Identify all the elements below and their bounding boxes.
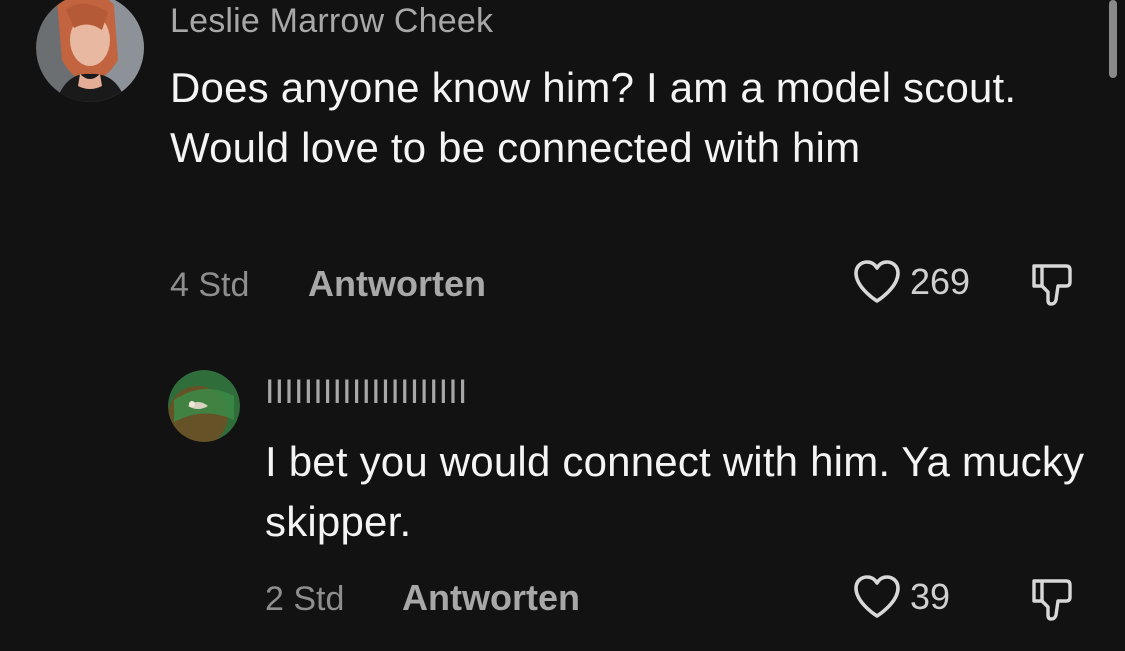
comment-username[interactable]: IIIIIIIIIIIIIIIIIIIII	[265, 373, 468, 412]
like-count: 269	[910, 261, 971, 302]
thumbs-down-icon	[1032, 579, 1072, 621]
scrollbar[interactable]	[1109, 0, 1117, 78]
reply-button[interactable]: Antworten	[308, 263, 486, 305]
dislike-button[interactable]	[1030, 262, 1076, 308]
comment-timestamp: 2 Std	[265, 580, 345, 618]
avatar-photo-icon	[36, 0, 144, 102]
comment-text: Does anyone know him? I am a model scout…	[170, 64, 1017, 171]
thumbs-down-icon	[1032, 264, 1072, 306]
comment-timestamp: 4 Std	[170, 266, 250, 304]
heart-outline-icon	[854, 260, 900, 303]
like-count: 39	[910, 576, 951, 617]
like-button[interactable]: 269	[852, 258, 970, 306]
like-button[interactable]: 39	[852, 573, 950, 621]
comment-text: I bet you would connect with him. Ya muc…	[265, 438, 1085, 545]
heart-outline-icon	[854, 575, 900, 618]
dislike-button[interactable]	[1030, 577, 1076, 623]
avatar[interactable]	[168, 370, 240, 442]
avatar-photo-icon	[168, 370, 240, 442]
reply-button[interactable]: Antworten	[402, 577, 580, 619]
avatar[interactable]	[36, 0, 144, 102]
comment-username[interactable]: Leslie Marrow Cheek	[170, 2, 493, 41]
